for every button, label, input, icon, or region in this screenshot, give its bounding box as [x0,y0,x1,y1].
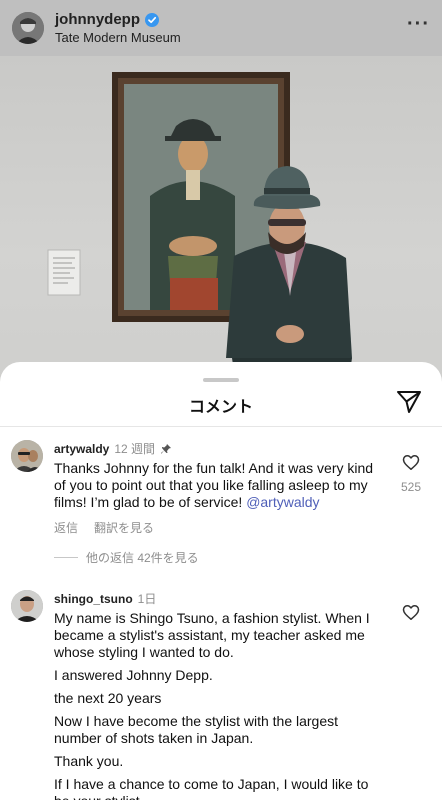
comment-paragraph: If I have a chance to come to Japan, I w… [54,776,369,800]
comment-text: Thanks Johnny for the fun talk! And it w… [54,460,384,511]
comment-username[interactable]: artywaldy [54,442,109,456]
comment-paragraph: My name is Shingo Tsuno, a fashion styli… [54,610,370,660]
reply-button[interactable]: 返信 [54,519,78,536]
post-header: johnnydepp Tate Modern Museum ··· [0,0,442,56]
comment-paragraph: Now I have become the stylist with the l… [54,713,339,746]
museum-photo-image [47,72,352,386]
shingo-tsuno-avatar-image [11,590,43,622]
profile-photo [12,12,44,44]
avatar[interactable] [12,12,44,44]
comment-body: Thanks Johnny for the fun talk! And it w… [54,460,374,510]
view-replies-label: 他の返信 42件を見る [86,551,199,565]
verified-badge-icon [145,12,159,27]
heart-icon[interactable] [402,604,420,621]
artywaldy-avatar-image [11,440,43,472]
mention-link[interactable]: @artywaldy [246,494,319,510]
comment-time: 12 週間 [114,442,156,456]
sheet-title: コメント [188,399,253,416]
more-options-icon[interactable]: ··· [407,14,430,37]
avatar[interactable] [11,590,43,622]
comment-text: My name is Shingo Tsuno, a fashion styli… [54,610,384,800]
divider [54,557,78,558]
divider [0,426,442,427]
view-replies-button[interactable]: 他の返信 42件を見る [54,549,199,566]
comment-paragraph: Thank you. [54,753,124,769]
sheet-drag-handle[interactable] [203,378,239,382]
comment-paragraph: the next 20 years [54,690,162,706]
see-translation-button[interactable]: 翻訳を見る [94,519,154,536]
post-photo[interactable] [0,56,442,386]
pin-icon [161,443,172,453]
comment-time: 1日 [137,592,157,606]
like-count: 525 [400,480,422,494]
comment-paragraph: I answered Johnny Depp. [54,667,213,683]
comments-sheet: コメント artywaldy 12 週間 Thanks Johnny for t… [0,362,442,800]
comment-username[interactable]: shingo_tsuno [54,592,133,606]
post-username[interactable]: johnnydepp [55,11,140,28]
paper-plane-icon[interactable] [396,389,422,415]
avatar[interactable] [11,440,43,472]
post-location[interactable]: Tate Modern Museum [55,30,181,45]
heart-icon[interactable] [402,454,420,471]
